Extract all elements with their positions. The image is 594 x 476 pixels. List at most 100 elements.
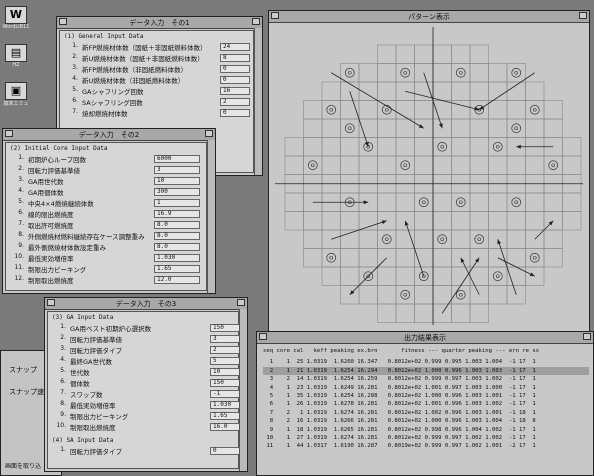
row-number: 6.: [72, 97, 78, 104]
assembly-marker: [440, 144, 445, 149]
table-row[interactable]: 8 2 16 1.0319 1.6266 16.281 0.8012e+02 1…: [263, 417, 589, 425]
value-field[interactable]: 8: [220, 54, 250, 62]
value-field[interactable]: 300: [154, 188, 200, 196]
value-field[interactable]: 1.65: [154, 265, 200, 273]
row-number: 8.: [18, 231, 24, 238]
value-field[interactable]: 0: [210, 447, 240, 455]
input-window-2-titlebar[interactable]: データ入力 その2: [3, 129, 215, 141]
capture-screen-label[interactable]: 画面を取り込: [5, 461, 41, 470]
results-titlebar[interactable]: 出力結果表示: [257, 332, 593, 344]
table-row[interactable]: 9 1 18 1.0319 1.6265 16.281 0.8012e+02 0…: [263, 426, 589, 434]
assembly-marker: [511, 123, 522, 134]
value-field[interactable]: 5: [210, 357, 240, 365]
assembly-marker: [514, 200, 519, 205]
table-row[interactable]: 3 2 14 1.0319 1.6254 16.259 0.8012e+02 0…: [263, 375, 589, 383]
value-field[interactable]: 16.9: [154, 210, 200, 218]
row-number: 1.: [72, 42, 78, 49]
arrow-head: [381, 220, 387, 225]
input-panel-2: (2) Initial Core Input Data 1. 初期炉心ループ回数 6…: [5, 142, 207, 291]
desktop-icon-hz[interactable]: ▤ HZ: [2, 44, 30, 68]
row-label: 取出許可燃焼度: [28, 222, 74, 230]
value-field[interactable]: 1.030: [210, 401, 240, 409]
value-field[interactable]: 16.0: [210, 423, 240, 431]
arrow-head: [418, 124, 424, 129]
value-field[interactable]: 1.65: [210, 412, 240, 420]
value-field[interactable]: 8.0: [154, 221, 200, 229]
table-row[interactable]: 11 1 44 1.0317 1.6190 16.287 0.8019e+02 …: [263, 442, 589, 450]
results-table-header: seq core cal keff peaking ex.brn fitness…: [263, 348, 540, 354]
assembly-marker: [440, 237, 445, 242]
value-field[interactable]: 0: [220, 109, 250, 117]
value-field[interactable]: 0: [220, 65, 250, 73]
table-row[interactable]: 6 1 26 1.0319 1.6278 16.281 0.8012e+02 1…: [263, 400, 589, 408]
value-field[interactable]: 10: [210, 368, 240, 376]
row-number: 7.: [60, 389, 66, 396]
row-number: 5.: [72, 86, 78, 93]
scrollbar[interactable]: [254, 28, 262, 175]
input-row: 7. スワップ数 -1: [48, 389, 240, 400]
row-label: 新FP燃焼材体数（固紙＋非固紙燃料体数）: [82, 44, 207, 52]
value-field[interactable]: 8.0: [154, 243, 200, 251]
value-field[interactable]: 10: [154, 177, 200, 185]
desktop-icon-terminal[interactable]: ▣ 端末エミュ: [2, 82, 30, 107]
value-field[interactable]: 150: [210, 324, 240, 332]
arrow-head: [438, 123, 443, 129]
assembly-marker: [400, 67, 411, 78]
assembly-marker: [529, 252, 540, 263]
value-field[interactable]: 3: [154, 166, 200, 174]
maximize-button[interactable]: [237, 299, 245, 306]
value-field[interactable]: 1.030: [154, 254, 200, 262]
row-label: 最外側燃焼材体数設定重み: [28, 244, 106, 252]
input-row: 2. 新U燃焼材体数（固紙＋非固紙燃料体数） 8: [60, 53, 253, 64]
table-row[interactable]: 7 2 1 1.0319 1.6274 16.281 0.8012e+02 1.…: [263, 409, 589, 417]
input-window-3-titlebar[interactable]: データ入力 その3: [45, 298, 247, 310]
table-row[interactable]: 5 1 35 1.0319 1.6254 16.288 0.8012e+02 1…: [263, 392, 589, 400]
assembly-marker: [400, 160, 411, 171]
value-field[interactable]: 6000: [154, 155, 200, 163]
scrollbar[interactable]: [239, 309, 247, 471]
value-field[interactable]: 16: [220, 87, 250, 95]
input-row: 6. 個体数 150: [48, 378, 240, 389]
input-window-2: データ入力 その2 (2) Initial Core Input Data 1.…: [2, 128, 216, 294]
value-field[interactable]: 24: [220, 43, 250, 51]
assembly-marker: [400, 289, 411, 300]
row-label: 個体数: [70, 380, 90, 388]
value-field[interactable]: 3: [210, 335, 240, 343]
row-label: GAシャフリング回数: [82, 88, 144, 96]
row-number: 7.: [18, 220, 24, 227]
word-app-icon: W: [5, 6, 27, 24]
maximize-button[interactable]: [579, 12, 587, 19]
row-number: 3.: [72, 64, 78, 71]
assembly-marker: [477, 237, 482, 242]
table-row[interactable]: 2 1 21 1.0319 1.6254 16.294 0.8012e+02 1…: [263, 366, 589, 376]
pattern-titlebar[interactable]: パターン表示: [269, 11, 589, 23]
table-row[interactable]: 10 1 27 1.0319 1.6274 16.281 0.8012e+02 …: [263, 434, 589, 442]
value-field[interactable]: -1: [210, 390, 240, 398]
value-field[interactable]: 2: [220, 98, 250, 106]
maximize-button[interactable]: [252, 18, 260, 25]
table-row[interactable]: 4 1 23 1.0319 1.6249 16.281 0.8012e+02 1…: [263, 384, 589, 392]
value-field[interactable]: 0: [220, 76, 250, 84]
row-label: GA用世代数: [28, 178, 64, 186]
terminal-icon: ▣: [5, 82, 27, 100]
value-field[interactable]: 2: [210, 346, 240, 354]
value-field[interactable]: 1: [154, 199, 200, 207]
maximize-button[interactable]: [205, 130, 213, 137]
value-field[interactable]: 12.0: [154, 276, 200, 284]
value-field[interactable]: 150: [210, 379, 240, 387]
scrollbar[interactable]: [207, 140, 215, 293]
row-label: 世代数: [70, 369, 90, 377]
row-label: 制限出力ピーキング: [70, 413, 129, 421]
table-row[interactable]: 1 1 25 1.0319 1.6260 16.347 0.8012e+02 0…: [263, 358, 589, 366]
row-label: 制限出力ピーキング: [28, 266, 87, 274]
assembly-marker: [458, 70, 463, 75]
row-number: 3.: [18, 176, 24, 183]
desktop-icon-label: 端末エミュ: [3, 101, 29, 107]
maximize-button[interactable]: [583, 333, 591, 340]
value-field[interactable]: 8.0: [154, 232, 200, 240]
input-window-1-titlebar[interactable]: データ入力 その1: [57, 17, 262, 29]
section-heading: (2) Initial Core Input Data: [10, 145, 108, 152]
assembly-marker: [329, 255, 334, 260]
assembly-marker: [307, 160, 318, 171]
desktop-icon-word[interactable]: W WordLIB11: [2, 6, 30, 30]
